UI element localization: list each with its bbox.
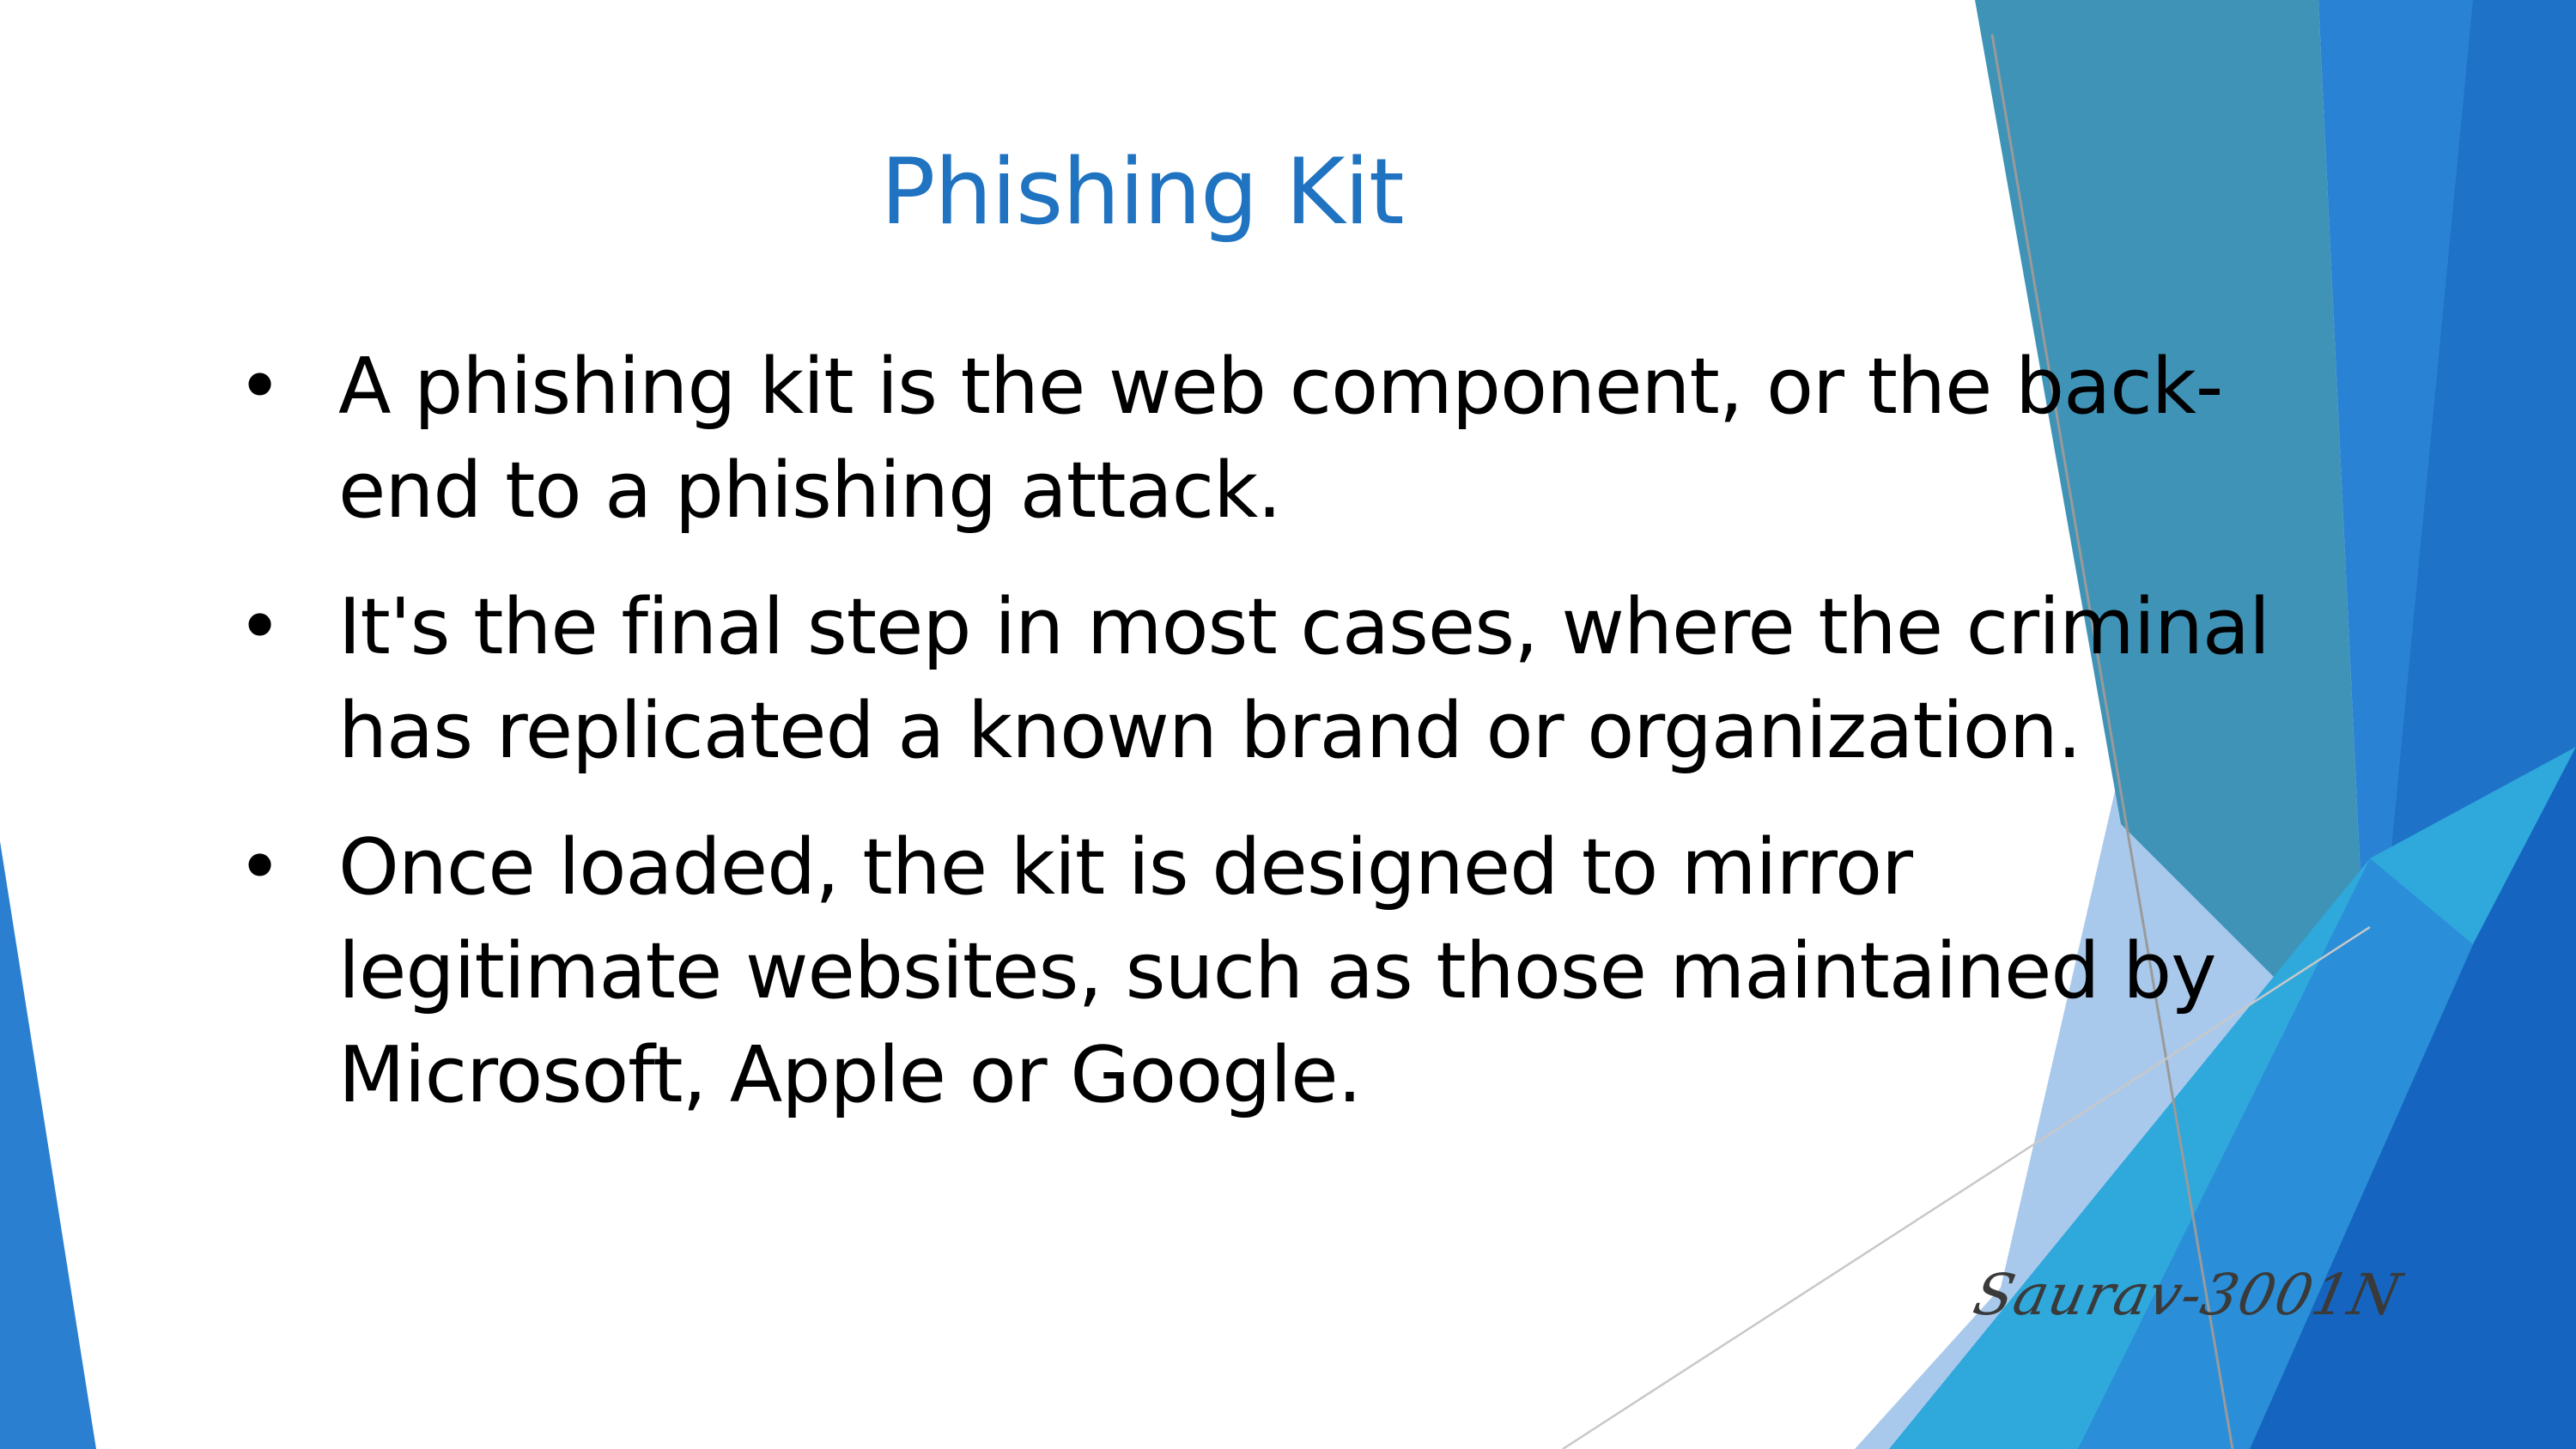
bullet-text-line: has replicated a known brand or organiza… [338, 686, 2081, 776]
left-accent-shape [0, 841, 96, 1449]
bullet-list: • A phishing kit is the web component, o… [232, 335, 2379, 1160]
bullet-dot-icon: • [237, 822, 283, 912]
bullet-text-line: Microsoft, Apple or Google. [338, 1030, 1362, 1120]
bullet-dot-icon: • [237, 582, 283, 672]
slide-title: Phishing Kit [880, 139, 1404, 245]
bullet-item: • Once loaded, the kit is designed to mi… [232, 815, 2379, 1127]
bullet-text-line: A phishing kit is the web component, or … [338, 342, 2223, 432]
bullet-text-line: Once loaded, the kit is designed to mirr… [338, 822, 1913, 912]
slide: Phishing Kit • A phishing kit is the web… [0, 0, 2576, 1449]
bullet-item: • It's the final step in most cases, whe… [232, 575, 2379, 783]
bullet-dot-icon: • [237, 342, 283, 432]
author-signature-watermark: Saurav-3001N [1967, 1262, 2408, 1328]
bullet-text-line: legitimate websites, such as those maint… [338, 926, 2216, 1016]
bullet-text-line: end to a phishing attack. [338, 446, 1282, 536]
bullet-text-line: It's the final step in most cases, where… [338, 582, 2270, 672]
bullet-item: • A phishing kit is the web component, o… [232, 335, 2379, 543]
